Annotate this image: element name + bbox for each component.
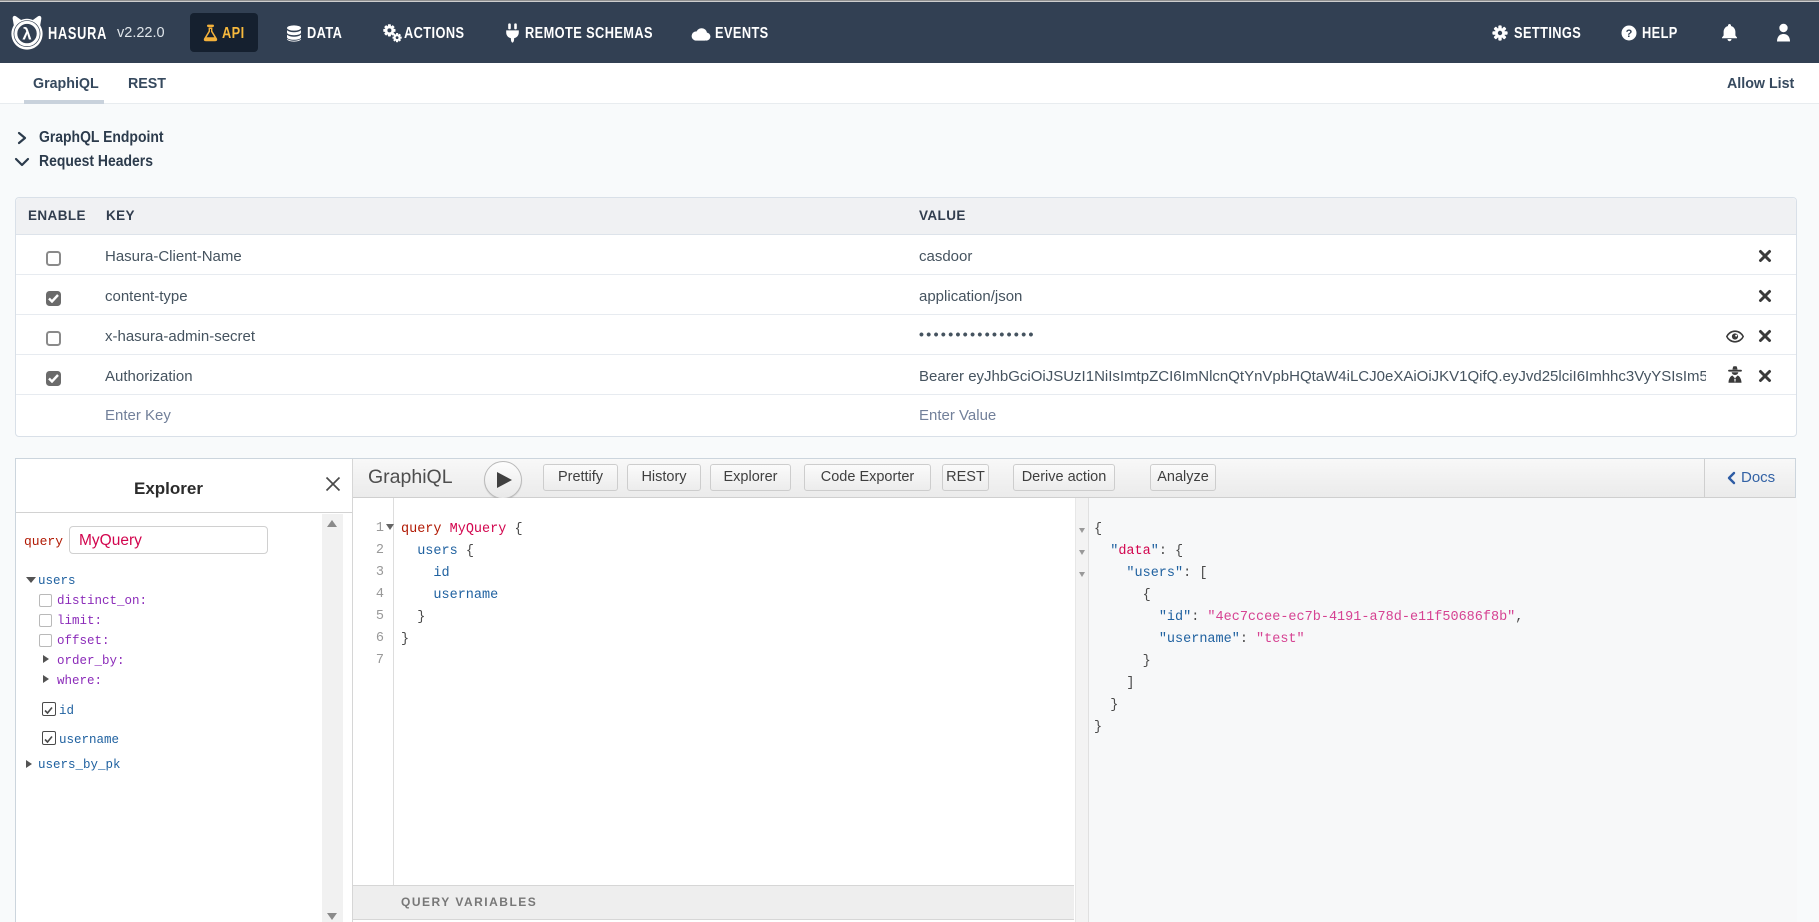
svg-text:λ: λ [22,25,31,43]
svg-text:?: ? [1626,28,1633,40]
